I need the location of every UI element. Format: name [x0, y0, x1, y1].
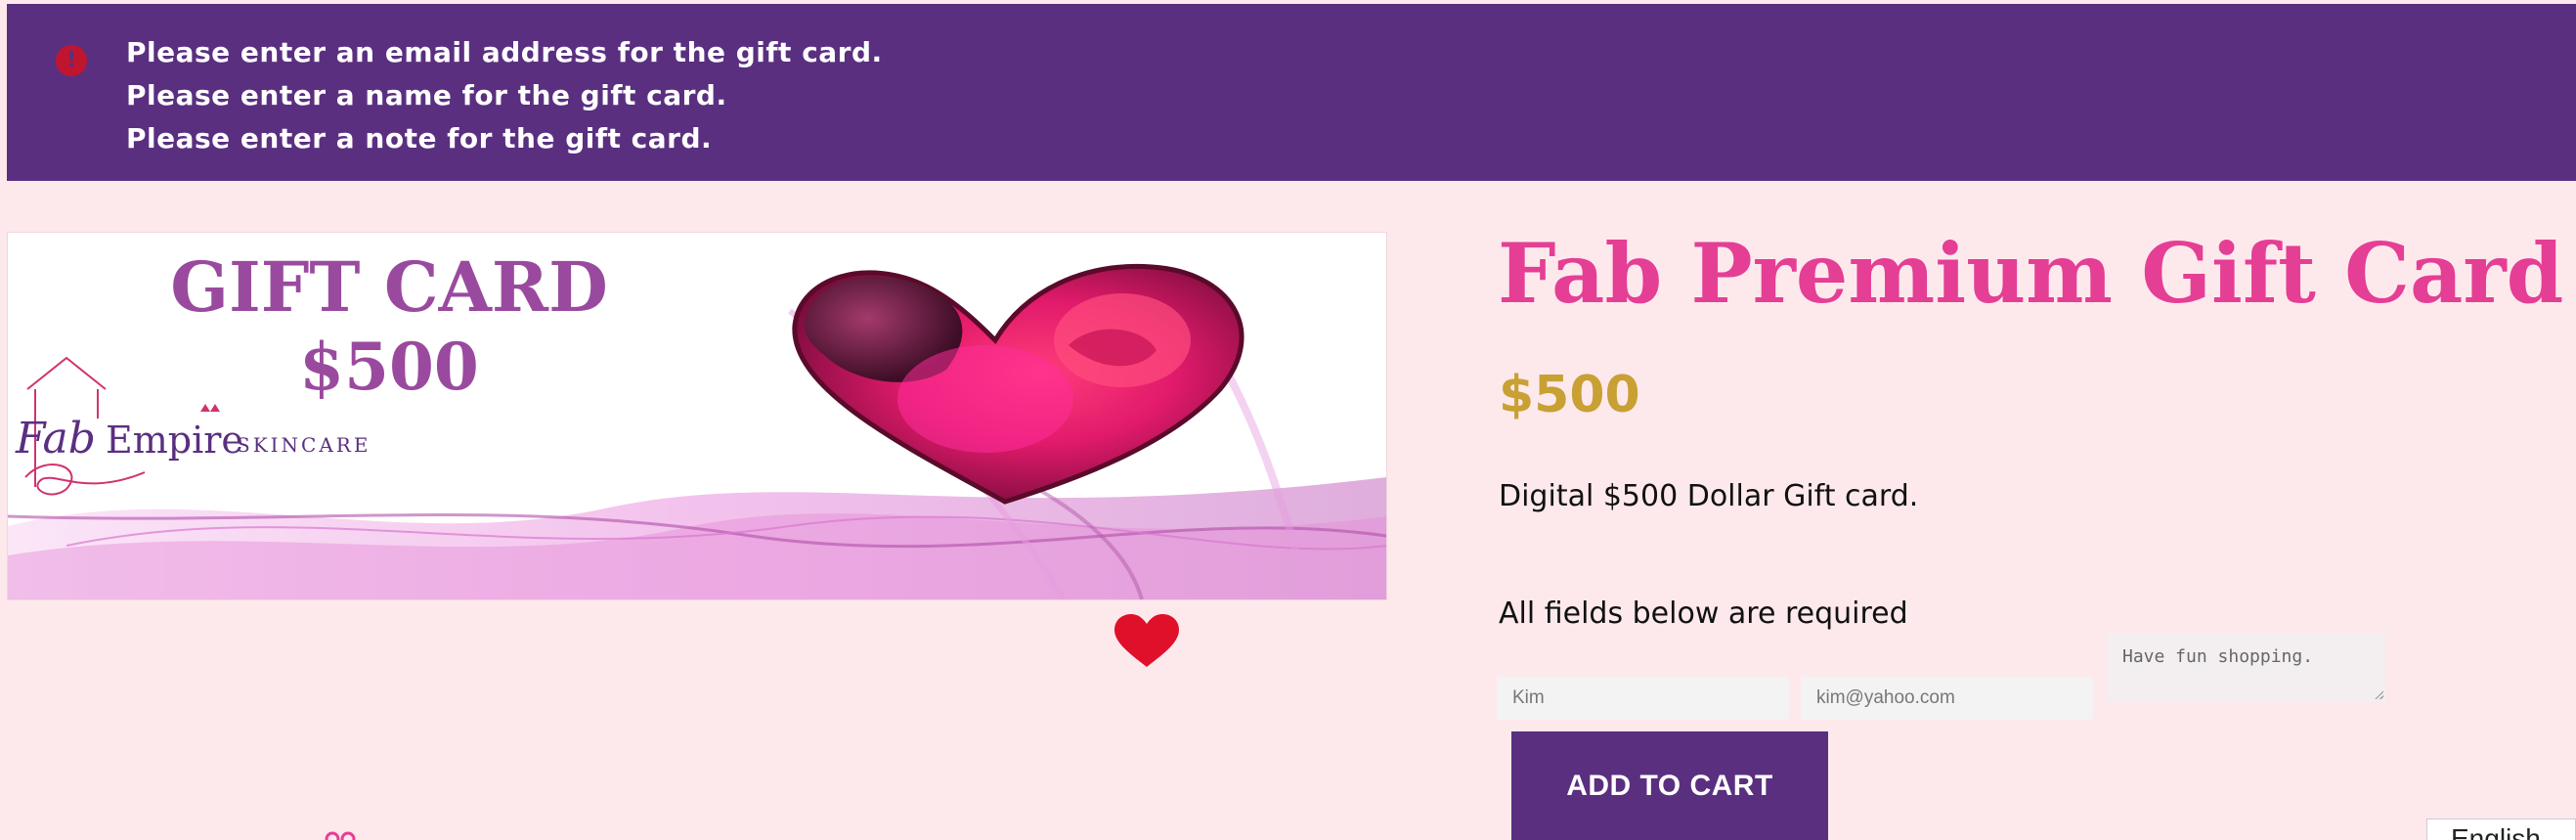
gift-card-heading: GIFT CARD — [170, 246, 608, 328]
product-title: Fab Premium Gift Card — [1498, 225, 2564, 322]
product-description: Digital $500 Dollar Gift card. — [1499, 479, 1919, 513]
error-circle-icon: ! — [56, 45, 87, 76]
product-page: ! Please enter an email address for the … — [0, 0, 2576, 840]
error-message-name: Please enter a name for the gift card. — [126, 79, 727, 111]
gift-card-image[interactable]: GIFT CARD $500 Fab Empire SKINCARE — [8, 233, 1386, 599]
heart-icon[interactable] — [1113, 614, 1181, 669]
brand-suffix: SKINCARE — [237, 433, 371, 457]
error-message-note: Please enter a note for the gift card. — [126, 122, 713, 155]
brand-script: Fab — [15, 414, 96, 464]
textarea-resize-handle[interactable] — [2374, 689, 2383, 699]
gift-card-artwork: GIFT CARD $500 Fab Empire SKINCARE — [8, 233, 1386, 599]
language-switcher[interactable]: English — [2426, 818, 2576, 840]
add-to-cart-button[interactable]: ADD TO CART — [1511, 731, 1828, 840]
recipient-email-input[interactable] — [1801, 677, 2093, 720]
partial-icon — [325, 831, 356, 840]
gift-card-amount: $500 — [299, 329, 479, 405]
error-banner: ! Please enter an email address for the … — [7, 4, 2576, 181]
recipient-name-input[interactable] — [1497, 677, 1789, 720]
error-list: Please enter an email address for the gi… — [126, 31, 883, 160]
brand-name: Empire — [106, 419, 243, 462]
required-fields-note: All fields below are required — [1499, 597, 1908, 631]
gift-note-textarea[interactable]: Have fun shopping. — [2107, 633, 2385, 701]
error-message-email: Please enter an email address for the gi… — [126, 36, 883, 68]
product-price: $500 — [1499, 366, 1640, 424]
